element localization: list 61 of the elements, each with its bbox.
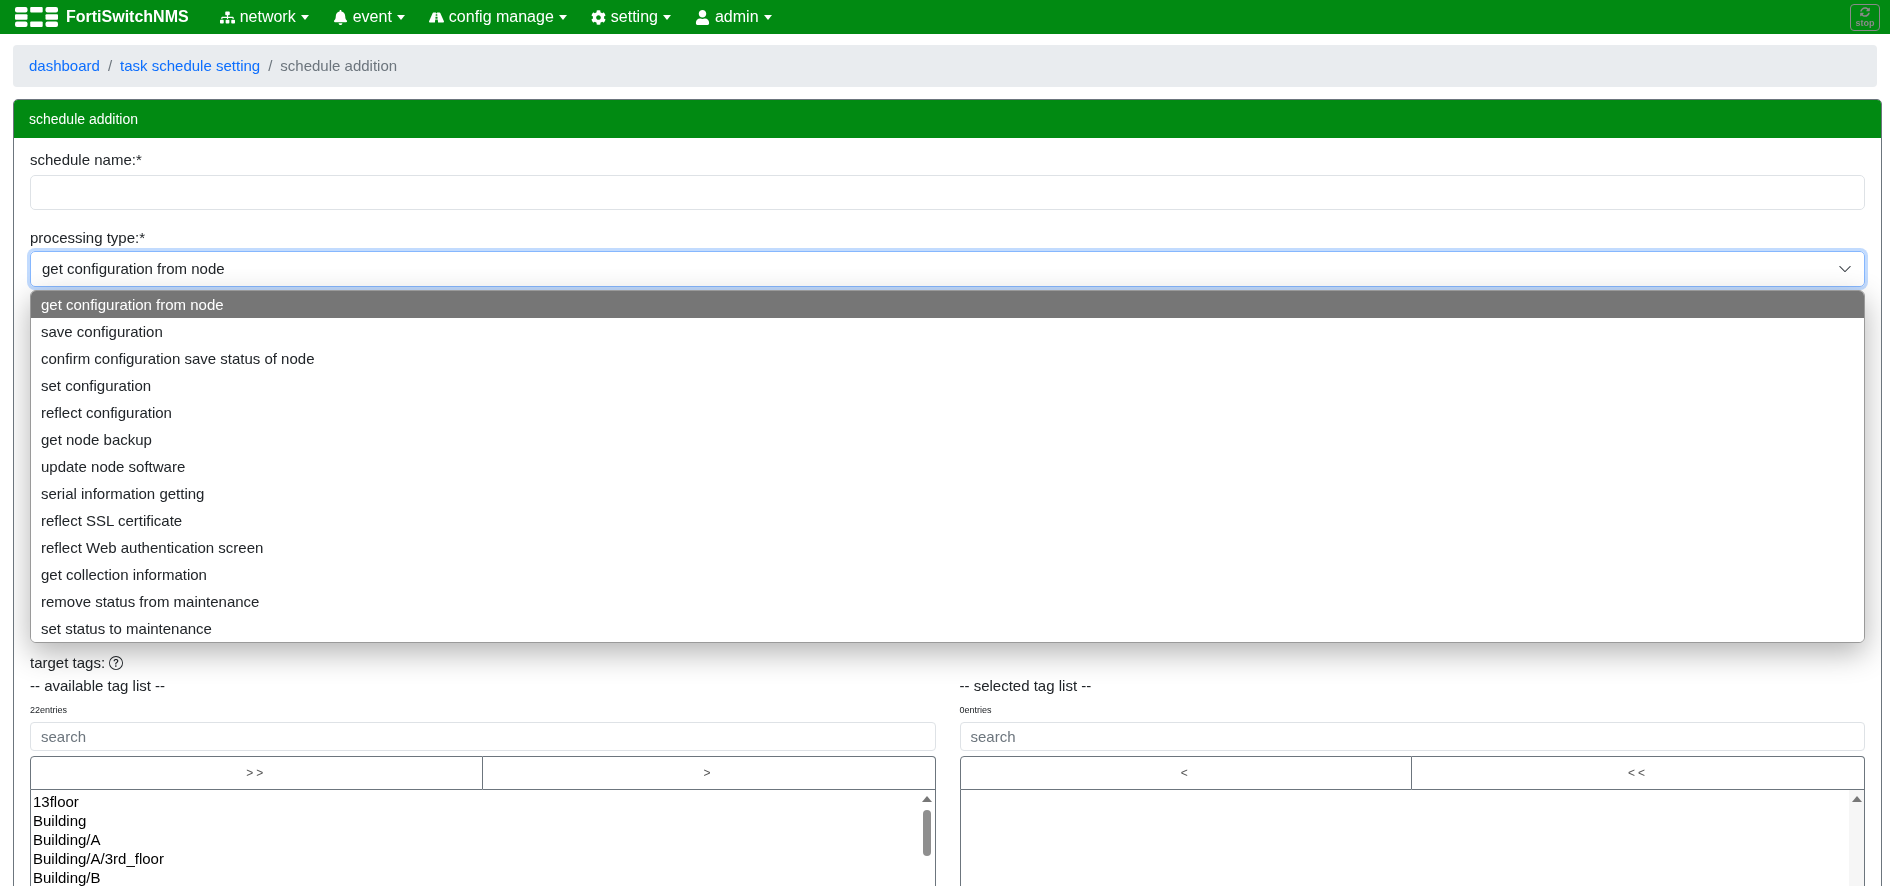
- caret-icon: [300, 14, 309, 20]
- tag-list-item[interactable]: 13floor: [33, 792, 920, 811]
- nav-menu-item[interactable]: config manage: [419, 2, 576, 32]
- help-icon[interactable]: [109, 656, 124, 670]
- tag-list-item[interactable]: Building/A: [33, 830, 920, 849]
- entry-count: 22entries: [30, 704, 69, 716]
- dropdown-option[interactable]: reflect Web authentication screen: [31, 534, 1864, 561]
- transfer-button[interactable]: >: [482, 756, 936, 790]
- tag-list-title: -- selected tag list --: [959, 676, 1093, 696]
- processing-type-select[interactable]: get configuration from node: [30, 251, 1865, 287]
- bell-icon: [332, 9, 348, 25]
- dropdown-option[interactable]: get node backup: [31, 426, 1864, 453]
- dropdown-option[interactable]: set configuration: [31, 372, 1864, 399]
- tag-list-item[interactable]: Building: [33, 811, 920, 830]
- search-field[interactable]: search: [959, 722, 1865, 751]
- dropdown-option[interactable]: reflect configuration: [31, 399, 1864, 426]
- entry-count: 0entries: [959, 704, 993, 716]
- scrollbar[interactable]: [1849, 790, 1864, 886]
- caret-icon: [396, 14, 405, 20]
- nav-menu-item[interactable]: network: [210, 2, 318, 32]
- dropdown-option[interactable]: get collection information: [31, 561, 1864, 588]
- transfer-button[interactable]: <<: [1412, 756, 1865, 790]
- search-field[interactable]: search: [30, 722, 936, 751]
- dropdown-option[interactable]: update node software: [31, 453, 1864, 480]
- nav-menu-item[interactable]: event: [323, 2, 414, 32]
- tag-list-item[interactable]: Building/A/3rd_floor: [33, 849, 920, 868]
- sitemap-icon: [219, 9, 235, 25]
- brand-name[interactable]: FortiSwitchNMS: [66, 5, 189, 29]
- processing-type-label: processing type:*: [30, 228, 147, 248]
- card-title: schedule addition: [29, 109, 138, 129]
- dropdown-option[interactable]: get configuration from node: [31, 291, 1864, 318]
- transfer-button[interactable]: <: [959, 756, 1413, 790]
- breadcrumb-link[interactable]: dashboard: [29, 54, 100, 78]
- scroll-up-arrow-icon[interactable]: [1851, 796, 1862, 802]
- dropdown-option[interactable]: remove status from maintenance: [31, 588, 1864, 615]
- breadcrumb-separator: /: [106, 55, 114, 76]
- dropdown-option[interactable]: set status to maintenance: [31, 615, 1864, 642]
- logo-icon: [15, 7, 58, 27]
- nav-menu-item[interactable]: admin: [685, 2, 781, 32]
- tag-list-item[interactable]: Building/B: [33, 868, 920, 886]
- nav-menu-item[interactable]: setting: [581, 2, 680, 32]
- user-icon: [694, 9, 710, 25]
- dropdown-option[interactable]: save configuration: [31, 318, 1864, 345]
- caret-icon: [662, 14, 671, 20]
- target-tags-label: target tags:: [30, 653, 106, 673]
- tag-list-title: -- available tag list --: [30, 676, 167, 696]
- breadcrumb-separator: /: [267, 55, 274, 76]
- dropdown-option[interactable]: reflect SSL certificate: [31, 507, 1864, 534]
- caret-icon: [558, 14, 567, 20]
- gear-icon: [590, 9, 606, 25]
- schedule-name-label: schedule name:*: [30, 150, 143, 170]
- scrollbar-thumb[interactable]: [923, 810, 931, 856]
- scroll-up-arrow-icon[interactable]: [922, 796, 932, 802]
- breadcrumb-current: schedule addition: [280, 55, 398, 76]
- caret-icon: [763, 14, 772, 20]
- dropdown-option[interactable]: confirm configuration save status of node: [31, 345, 1864, 372]
- breadcrumb-link[interactable]: task schedule setting: [120, 54, 261, 78]
- refresh-icon: [1860, 6, 1870, 17]
- transfer-button[interactable]: >>: [30, 756, 483, 790]
- dropdown-option[interactable]: serial information getting: [31, 480, 1864, 507]
- schedule-name-field[interactable]: [30, 175, 1865, 210]
